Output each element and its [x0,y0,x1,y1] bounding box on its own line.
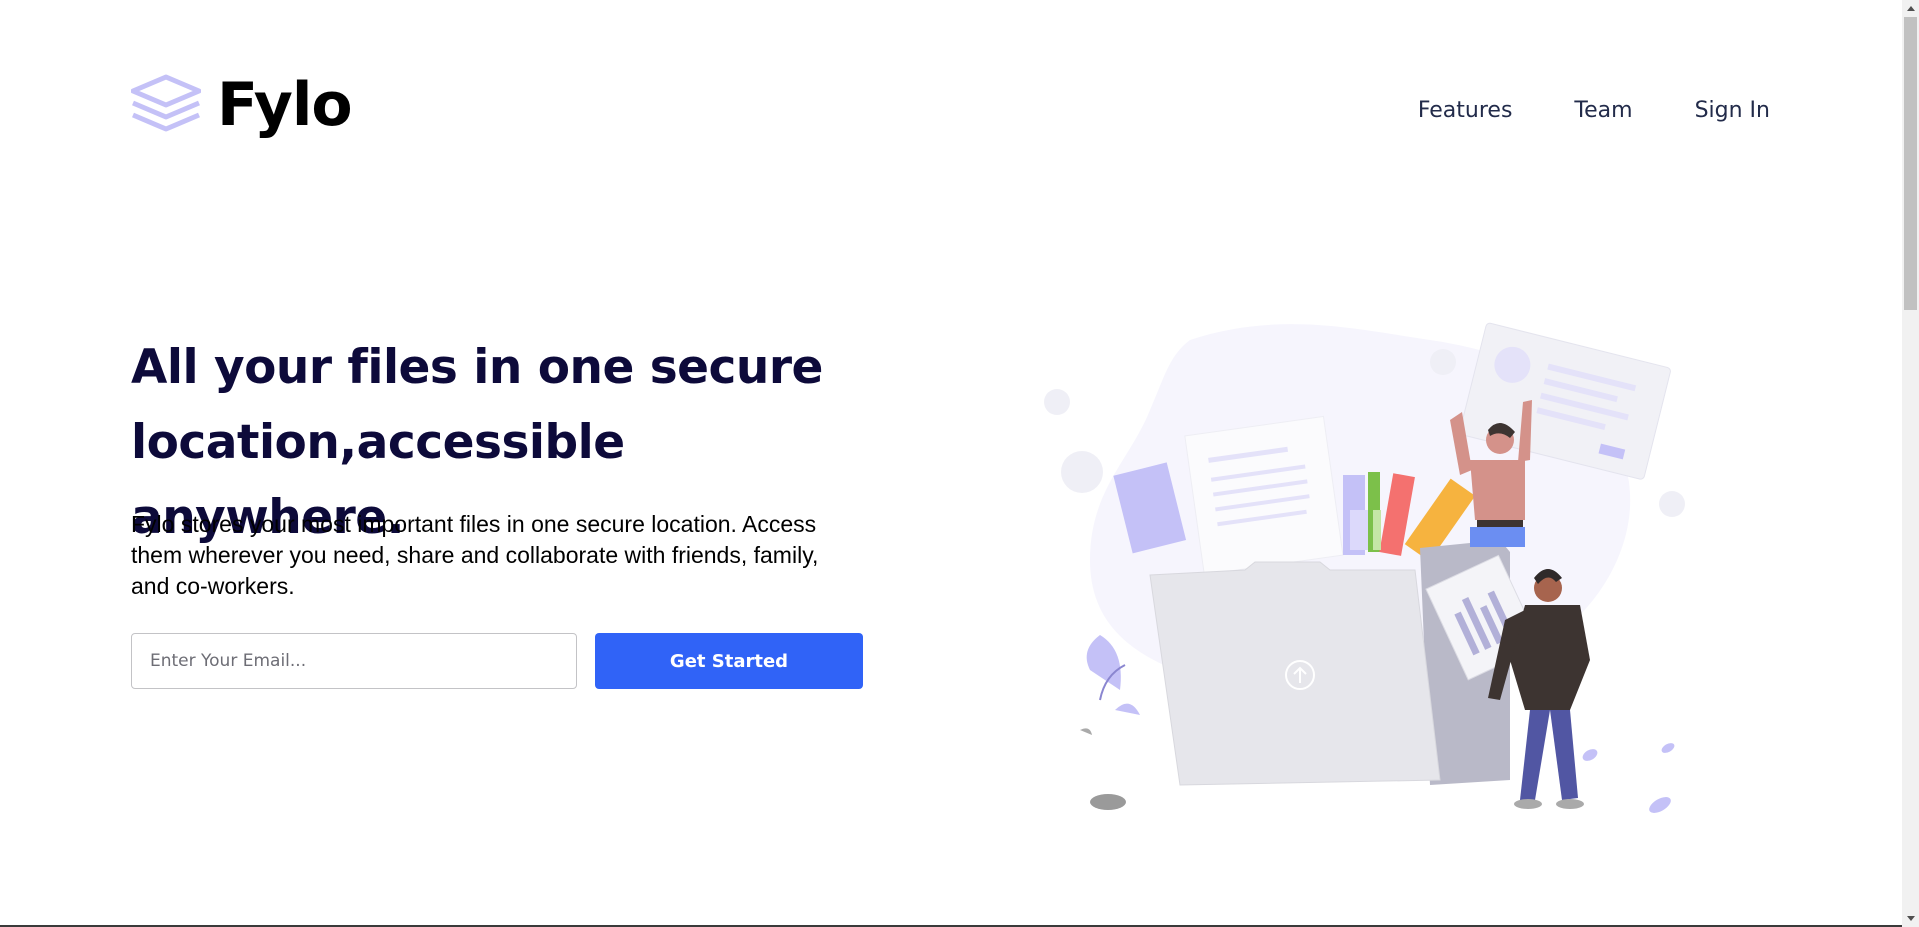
hero-headline-line-1: All your files in one secure [131,340,823,395]
get-started-button[interactable]: Get Started [595,633,863,689]
vertical-scrollbar[interactable] [1902,0,1919,927]
hero-description: Fylo stores your most important files in… [131,509,861,602]
brand-name: Fylo [217,70,353,140]
logo[interactable]: Fylo [131,70,353,140]
hero-description-line-3: and co-workers. [131,573,295,599]
page: Fylo Features Team Sign In All your file… [0,0,1902,927]
main-nav: Features Team Sign In [1418,98,1770,123]
scroll-up-arrow-icon[interactable] [1902,0,1919,17]
scroll-down-arrow-icon[interactable] [1902,910,1919,927]
hero-description-line-1: Fylo stores your most important files in… [131,511,817,537]
email-input[interactable] [131,633,577,689]
nav-link-features[interactable]: Features [1418,98,1513,123]
people-with-folder-illustration [1044,322,1685,813]
scrollbar-thumb[interactable] [1904,17,1917,310]
nav-link-team[interactable]: Team [1574,98,1632,123]
layers-icon [131,74,201,132]
hero-description-line-2: them wherever you need, share and collab… [131,542,819,568]
nav-link-sign-in[interactable]: Sign In [1695,98,1770,123]
